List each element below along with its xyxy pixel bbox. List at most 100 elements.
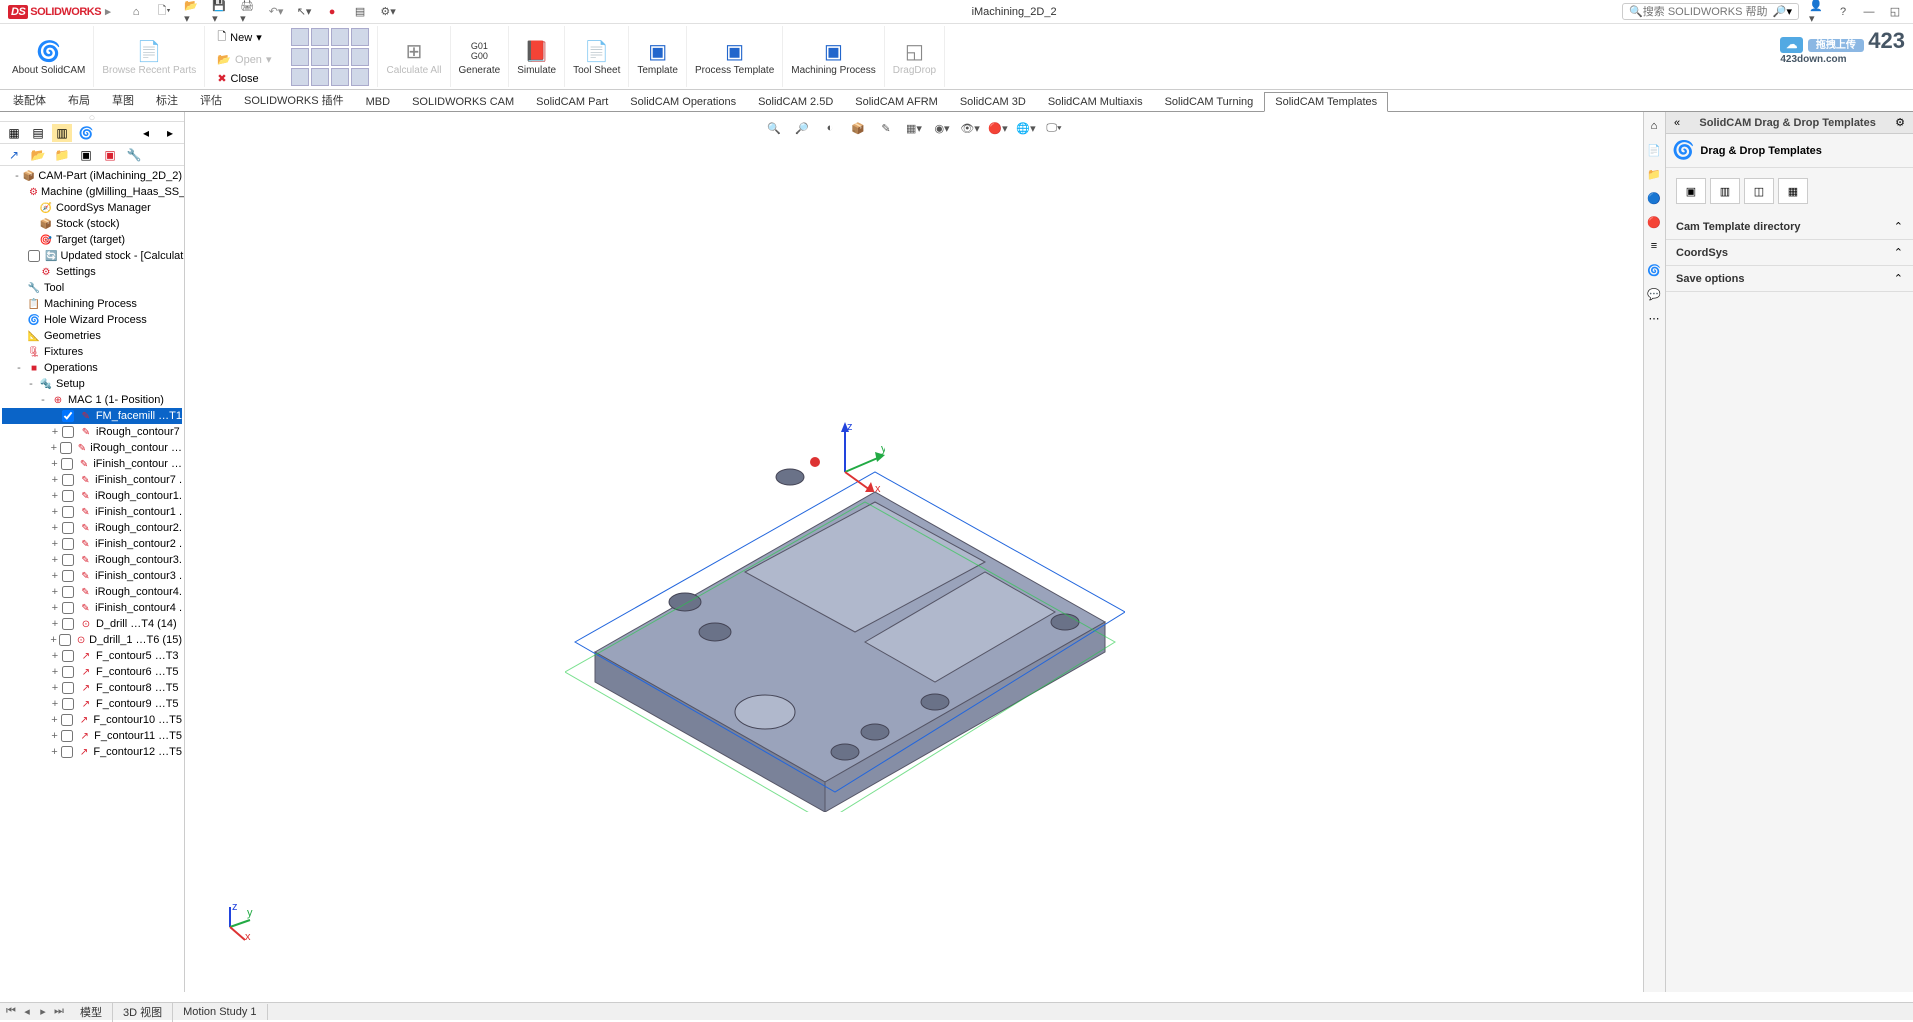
tab-草图[interactable]: 草图: [101, 88, 145, 111]
tree-toggle-icon[interactable]: -: [14, 362, 24, 374]
rs-doc-icon[interactable]: 📄: [1644, 140, 1664, 160]
tree-act-2-icon[interactable]: 📂: [28, 146, 48, 164]
machining-process-button[interactable]: ▣ Machining Process: [783, 26, 884, 87]
template-type-2-icon[interactable]: ▥: [1710, 178, 1740, 204]
tree-checkbox[interactable]: [62, 698, 74, 710]
prev-view-icon[interactable]: ◐: [820, 118, 840, 138]
corner-triad[interactable]: z y x: [215, 902, 255, 942]
tree-item[interactable]: +✎iFinish_contour7 .: [2, 472, 182, 488]
edit-appearance-icon[interactable]: 👁▾: [960, 118, 980, 138]
generate-button[interactable]: G01G00 Generate: [451, 26, 510, 87]
tree-toggle-icon[interactable]: +: [50, 666, 60, 678]
open-icon[interactable]: 📂▾: [184, 4, 200, 20]
template-type-3-icon[interactable]: ◫: [1744, 178, 1774, 204]
tree-item[interactable]: +↗F_contour6 …T5: [2, 664, 182, 680]
hide-show-icon[interactable]: ◉▾: [932, 118, 952, 138]
template-button[interactable]: ▣ Template: [629, 26, 687, 87]
tree-checkbox[interactable]: [61, 730, 73, 742]
new-button[interactable]: 🗋New▾: [213, 26, 275, 49]
tab-solidcam-templates[interactable]: SolidCAM Templates: [1264, 92, 1388, 112]
tree-item[interactable]: +✎iRough_contour4.: [2, 584, 182, 600]
tree-toggle-icon[interactable]: +: [50, 746, 59, 758]
tree-checkbox[interactable]: [62, 522, 74, 534]
tree-item[interactable]: 🔄Updated stock - [Calculating: [2, 248, 182, 264]
tree-filter-4-icon[interactable]: 🌀: [76, 124, 96, 142]
search-dropdown-icon[interactable]: 🔎▾: [1773, 5, 1792, 18]
tab-solidworks-插件[interactable]: SOLIDWORKS 插件: [233, 88, 355, 111]
tree-checkbox[interactable]: [62, 506, 74, 518]
operations-grid-group[interactable]: [283, 26, 378, 87]
feature-tree[interactable]: -📦CAM-Part (iMachining_2D_2)⚙Machine (gM…: [0, 166, 184, 992]
cam-template-directory-section[interactable]: Cam Template directory ⌃: [1666, 214, 1913, 240]
tree-toggle-icon[interactable]: +: [50, 506, 60, 518]
tool-sheet-button[interactable]: 📄 Tool Sheet: [565, 26, 629, 87]
tab-mbd[interactable]: MBD: [355, 92, 401, 111]
tab-solidcam-multiaxis[interactable]: SolidCAM Multiaxis: [1037, 92, 1154, 111]
view-orient-icon[interactable]: ✎: [876, 118, 896, 138]
tree-item[interactable]: ⚙Settings: [2, 264, 182, 280]
tree-toggle-icon[interactable]: +: [50, 474, 60, 486]
tree-toggle-icon[interactable]: -: [14, 170, 20, 182]
last-tab-icon[interactable]: ⏭: [52, 1005, 66, 1018]
tree-item[interactable]: +✎iFinish_contour4 .: [2, 600, 182, 616]
tree-item[interactable]: -🔩Setup: [2, 376, 182, 392]
tree-toggle-icon[interactable]: +: [50, 586, 60, 598]
tree-checkbox[interactable]: [62, 538, 74, 550]
tree-filter-3-icon[interactable]: ▥: [52, 124, 72, 142]
tree-checkbox[interactable]: [62, 666, 74, 678]
rebuild-icon[interactable]: ●: [324, 4, 340, 20]
rs-more-icon[interactable]: ⋯: [1644, 308, 1664, 328]
tree-toggle-icon[interactable]: -: [26, 378, 36, 390]
tree-item[interactable]: +✎iFinish_contour3 .: [2, 568, 182, 584]
tree-toggle-icon[interactable]: +: [50, 698, 60, 710]
tree-checkbox[interactable]: [62, 410, 74, 422]
apply-scene-icon[interactable]: 🔴▾: [988, 118, 1008, 138]
tab-solidworks-cam[interactable]: SOLIDWORKS CAM: [401, 92, 525, 111]
template-type-4-icon[interactable]: ▦: [1778, 178, 1808, 204]
tree-toggle-icon[interactable]: +: [50, 490, 60, 502]
simulate-button[interactable]: 📕 Simulate: [509, 26, 565, 87]
tree-left-icon[interactable]: ◂: [136, 124, 156, 142]
tree-toggle-icon[interactable]: +: [50, 618, 60, 630]
settings-icon[interactable]: ⚙▾: [380, 4, 396, 20]
tree-toggle-icon[interactable]: +: [50, 426, 60, 438]
tree-item[interactable]: +↗F_contour5 …T3: [2, 648, 182, 664]
restore-icon[interactable]: ◱: [1887, 4, 1903, 20]
panel-splitter[interactable]: ○: [0, 112, 184, 122]
tree-checkbox[interactable]: [60, 442, 72, 454]
3d-view-tab[interactable]: 3D 视图: [113, 1002, 173, 1022]
tab-布局[interactable]: 布局: [57, 88, 101, 111]
view-settings-icon[interactable]: 🌐▾: [1016, 118, 1036, 138]
prev-tab-icon[interactable]: ◂: [20, 1005, 34, 1018]
rs-appearance-icon[interactable]: 🔵: [1644, 188, 1664, 208]
tree-checkbox[interactable]: [62, 602, 74, 614]
about-solidcam-button[interactable]: 🌀 About SolidCAM: [4, 26, 94, 87]
process-template-button[interactable]: ▣ Process Template: [687, 26, 783, 87]
display-style-icon[interactable]: ▦▾: [904, 118, 924, 138]
tree-act-5-icon[interactable]: ▣: [100, 146, 120, 164]
save-options-section[interactable]: Save options ⌃: [1666, 266, 1913, 292]
tree-item[interactable]: 🎯Target (target): [2, 232, 182, 248]
collapse-panel-icon[interactable]: «: [1674, 117, 1680, 129]
rs-decal-icon[interactable]: 🔴: [1644, 212, 1664, 232]
tree-item[interactable]: +↗F_contour12 …T5: [2, 744, 182, 760]
zoom-area-icon[interactable]: 🔎: [792, 118, 812, 138]
rs-home-icon[interactable]: ⌂: [1644, 116, 1664, 136]
close-button[interactable]: ✖Close: [213, 70, 275, 87]
tree-checkbox[interactable]: [61, 714, 73, 726]
tree-checkbox[interactable]: [61, 458, 73, 470]
rs-solidcam-icon[interactable]: 🌀: [1644, 260, 1664, 280]
tree-toggle-icon[interactable]: +: [50, 714, 59, 726]
tab-solidcam-operations[interactable]: SolidCAM Operations: [619, 92, 747, 111]
save-icon[interactable]: 💾▾: [212, 4, 228, 20]
tree-item[interactable]: 🌀Hole Wizard Process: [2, 312, 182, 328]
tree-item[interactable]: 📦Stock (stock): [2, 216, 182, 232]
undo-icon[interactable]: ↶▾: [268, 4, 284, 20]
tree-item[interactable]: -⊕MAC 1 (1- Position): [2, 392, 182, 408]
screen-icon[interactable]: 🖵▾: [1044, 118, 1064, 138]
tab-solidcam-part[interactable]: SolidCAM Part: [525, 92, 619, 111]
tree-checkbox[interactable]: [59, 634, 71, 646]
tree-toggle-icon[interactable]: +: [50, 682, 60, 694]
model-tab[interactable]: 模型: [70, 1002, 113, 1022]
tree-toggle-icon[interactable]: +: [50, 442, 58, 454]
